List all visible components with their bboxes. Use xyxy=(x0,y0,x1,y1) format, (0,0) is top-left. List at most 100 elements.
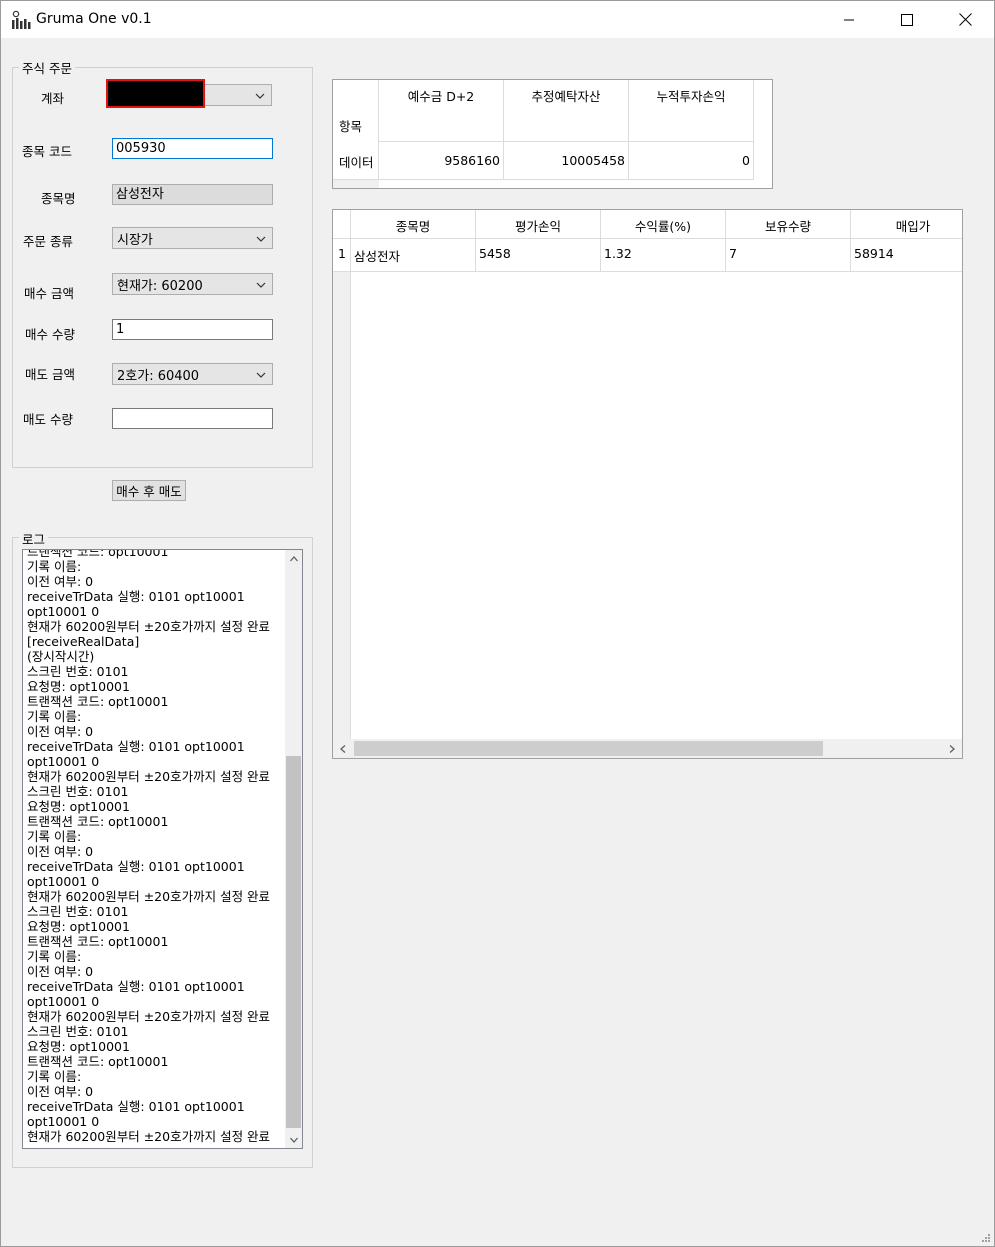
log-line: 스크린 번호: 0101 xyxy=(27,664,129,679)
holdings-cell-pnl[interactable]: 5458 xyxy=(476,239,601,272)
buy-then-sell-button[interactable]: 매수 후 매도 xyxy=(112,480,186,501)
summary-row-header-item: 항목 xyxy=(333,110,379,142)
sell-price-value: 2호가: 60400 xyxy=(117,368,200,384)
summary-cell-deposit[interactable]: 9586160 xyxy=(379,142,504,180)
log-line: opt10001 0 xyxy=(27,754,100,769)
log-line: 요청명: opt10001 xyxy=(27,679,130,694)
holdings-col-avg-price[interactable]: 매입가 xyxy=(851,210,962,239)
chevron-up-icon xyxy=(289,555,298,561)
name-field: 삼성전자 xyxy=(112,184,273,205)
holdings-col-quantity[interactable]: 보유수량 xyxy=(726,210,851,239)
resize-grip-icon[interactable] xyxy=(979,1231,991,1243)
holdings-cell-avg-price[interactable]: 58914 xyxy=(851,239,962,272)
summary-cell-estimated-assets[interactable]: 10005458 xyxy=(504,142,629,180)
maximize-icon xyxy=(901,13,913,26)
log-line: 기록 이름: xyxy=(27,1069,82,1084)
holdings-cell-quantity[interactable]: 7 xyxy=(726,239,851,272)
log-line: 트랜잭션 코드: opt10001 xyxy=(27,1054,169,1069)
buy-price-select[interactable]: 현재가: 60200 xyxy=(112,273,273,295)
summary-col-estimated-assets[interactable]: 추정예탁자산 xyxy=(504,80,629,142)
log-line: receiveTrData 실행: 0101 opt10001 xyxy=(27,589,245,604)
chevron-down-icon xyxy=(255,93,265,99)
chevron-right-icon xyxy=(949,744,955,753)
sell-qty-input[interactable] xyxy=(112,408,273,429)
holdings-col-name[interactable]: 종목명 xyxy=(351,210,476,239)
minimize-button[interactable] xyxy=(820,1,878,38)
log-line: 트랜잭션 코드: opt10001 xyxy=(27,549,169,559)
log-line: 요청명: opt10001 xyxy=(27,1039,130,1054)
scroll-left-button[interactable] xyxy=(334,740,351,757)
chevron-down-icon xyxy=(289,1137,298,1143)
log-line: 스크린 번호: 0101 xyxy=(27,1024,129,1039)
log-line: 스크린 번호: 0101 xyxy=(27,784,129,799)
buy-price-label: 매수 금액 xyxy=(24,286,74,301)
log-line: 기록 이름: xyxy=(27,559,82,574)
chevron-down-icon xyxy=(256,372,266,378)
summary-row-header-data: 데이터 xyxy=(333,142,379,180)
sell-price-select[interactable]: 2호가: 60400 xyxy=(112,363,273,385)
log-line: receiveTrData 실행: 0101 opt10001 xyxy=(27,859,245,874)
holdings-grid[interactable]: 종목명 평가손익 수익률(%) 보유수량 매입가 1 삼성전자 5458 1.3… xyxy=(332,209,963,759)
log-line: 이전 여부: 0 xyxy=(27,964,94,979)
log-line: 요청명: opt10001 xyxy=(27,799,130,814)
holdings-horizontal-scrollbar[interactable] xyxy=(333,739,962,758)
scroll-right-button[interactable] xyxy=(943,740,960,757)
code-label: 종목 코드 xyxy=(22,144,72,159)
sell-price-label: 매도 금액 xyxy=(25,367,75,382)
minimize-icon xyxy=(844,19,854,20)
log-line: opt10001 0 xyxy=(27,874,100,889)
title-bar[interactable]: Gruma One v0.1 xyxy=(1,1,994,38)
log-line: opt10001 0 xyxy=(27,1114,100,1129)
summary-col-cumulative-pnl[interactable]: 누적투자손익 xyxy=(629,80,754,142)
sell-qty-label: 매도 수량 xyxy=(23,412,73,427)
order-type-select[interactable]: 시장가 xyxy=(112,227,273,249)
app-icon xyxy=(12,10,31,29)
chevron-down-icon xyxy=(256,282,266,288)
log-line: 기록 이름: xyxy=(27,709,82,724)
order-type-label: 주문 종류 xyxy=(23,234,73,249)
log-line: 스크린 번호: 0101 xyxy=(27,904,129,919)
log-line: 트랜잭션 코드: opt10001 xyxy=(27,934,169,949)
log-line: 트랜잭션 코드: opt10001 xyxy=(27,694,169,709)
log-textbox[interactable]: 트랜잭션 코드: opt10001 기록 이름: 이전 여부: 0 receiveTr… xyxy=(22,549,303,1149)
buy-qty-label: 매수 수량 xyxy=(25,327,75,342)
log-line: [receiveRealData] xyxy=(27,634,140,649)
chevron-down-icon xyxy=(256,236,266,242)
scroll-up-button[interactable] xyxy=(285,550,302,567)
log-line: 이전 여부: 0 xyxy=(27,724,94,739)
holdings-col-pnl[interactable]: 평가손익 xyxy=(476,210,601,239)
buy-price-value: 현재가: 60200 xyxy=(117,278,203,294)
holdings-cell-name[interactable]: 삼성전자 xyxy=(351,239,476,272)
name-label: 종목명 xyxy=(41,191,76,206)
log-line: opt10001 0 xyxy=(27,994,100,1009)
log-line: receiveTrData 실행: 0101 opt10001 xyxy=(27,739,245,754)
holdings-row-header-filler xyxy=(333,272,351,739)
log-vertical-scrollbar[interactable] xyxy=(285,550,302,1148)
scroll-down-button[interactable] xyxy=(285,1131,302,1148)
summary-grid[interactable]: 항목 데이터 예수금 D+2 추정예탁자산 누적투자손익 9586160 100… xyxy=(332,79,773,189)
code-input[interactable]: 005930 xyxy=(112,138,273,159)
holdings-scroll-thumb[interactable] xyxy=(354,741,823,756)
log-line: 현재가 60200원부터 ±20호가까지 설정 완료 xyxy=(27,619,271,634)
close-button[interactable] xyxy=(936,1,994,38)
maximize-button[interactable] xyxy=(878,1,936,38)
holdings-col-return[interactable]: 수익률(%) xyxy=(601,210,726,239)
summary-cell-cumulative-pnl[interactable]: 0 xyxy=(629,142,754,180)
log-line: (장시작시간) xyxy=(27,649,95,664)
buy-qty-input[interactable]: 1 xyxy=(112,319,273,340)
log-line: receiveTrData 실행: 0101 opt10001 xyxy=(27,1099,245,1114)
log-line: 이전 여부: 0 xyxy=(27,844,94,859)
summary-grid-filler xyxy=(333,180,379,188)
log-line: 이전 여부: 0 xyxy=(27,574,94,589)
account-redacted xyxy=(106,79,205,108)
close-icon xyxy=(958,13,972,26)
holdings-row-index[interactable]: 1 xyxy=(333,239,351,272)
summary-col-deposit[interactable]: 예수금 D+2 xyxy=(379,80,504,142)
log-scroll-thumb[interactable] xyxy=(286,756,301,1128)
log-line: 트랜잭션 코드: opt10001 xyxy=(27,814,169,829)
log-line: 현재가 60200원부터 ±20호가까지 설정 완료 xyxy=(27,1129,271,1144)
log-line: 기록 이름: xyxy=(27,949,82,964)
log-line: 이전 여부: 0 xyxy=(27,1084,94,1099)
app-window: Gruma One v0.1 주식 주문 계좌 종목 코드 005930 종목명… xyxy=(0,0,995,1247)
holdings-cell-return[interactable]: 1.32 xyxy=(601,239,726,272)
